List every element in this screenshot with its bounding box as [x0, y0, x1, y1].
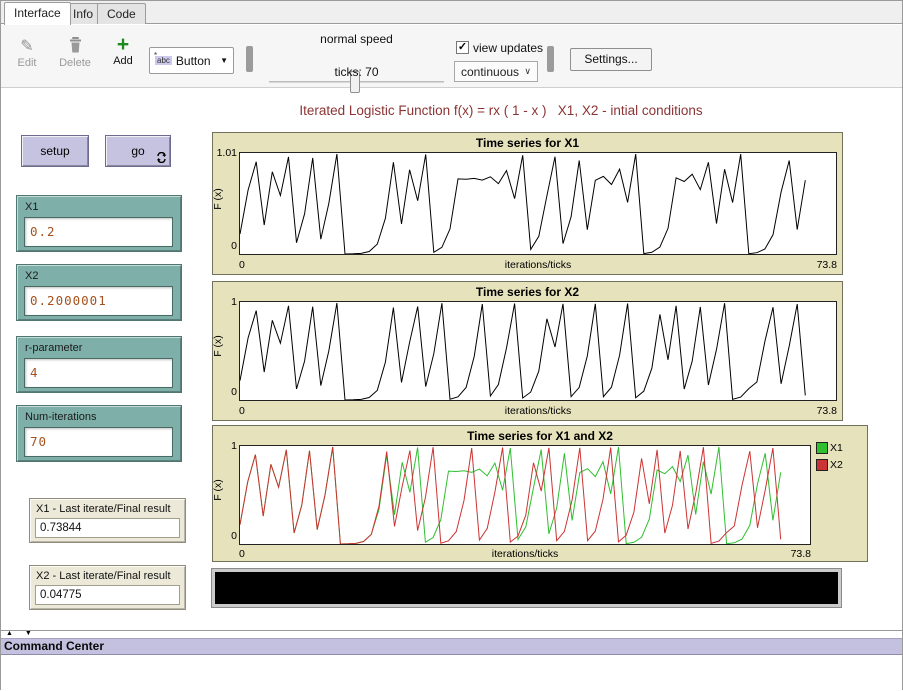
interface-divider	[1, 630, 902, 631]
ticks-counter: ticks: 70	[269, 65, 444, 79]
plus-icon: +	[109, 35, 137, 55]
go-label: go	[131, 144, 144, 158]
tab-strip: Interface Info Code	[1, 1, 902, 24]
plot-x1-x2-ytick-min: 0	[213, 530, 237, 542]
world-view[interactable]	[212, 569, 841, 607]
view-updates-checkbox[interactable]: ✓	[456, 41, 469, 54]
trash-icon	[54, 37, 96, 57]
toolbar: ✎ Edit Delete + Add abc Button ▼ normal …	[1, 25, 902, 88]
edit-label: Edit	[18, 57, 37, 69]
edit-button[interactable]: ✎ Edit	[11, 37, 43, 69]
plot-x1-x2-xtick-max: 73.8	[239, 548, 811, 560]
check-icon: ✓	[458, 41, 467, 53]
plot-x1-ytick-max: 1.01	[213, 147, 237, 159]
chevron-down-icon: ▼	[220, 56, 228, 65]
input-x2-field[interactable]: 0.2000001	[24, 286, 173, 316]
input-r-parameter: r-parameter 4	[16, 336, 182, 393]
plot-x1-x2-ytick-max: 1	[213, 440, 237, 452]
model-note: Iterated Logistic Function f(x) = rx ( 1…	[101, 103, 901, 118]
plot-x2-ytick-min: 0	[213, 386, 237, 398]
command-center-output	[1, 656, 902, 691]
view-updates-label: view updates	[473, 41, 543, 55]
input-r-parameter-label: r-parameter	[25, 342, 82, 354]
input-x1-label: X1	[25, 201, 38, 213]
go-button[interactable]: go	[105, 135, 171, 167]
input-x1: X1 0.2	[16, 195, 182, 252]
legend-x2: X2	[816, 459, 843, 471]
plot-x1-x2-canvas	[239, 445, 811, 545]
add-label: Add	[113, 55, 133, 67]
abc-widget-icon: abc	[155, 56, 172, 65]
monitor-x1-final: X1 - Last iterate/Final result 0.73844	[29, 498, 186, 543]
update-mode-value: continuous	[461, 65, 519, 79]
forever-icon	[156, 152, 167, 164]
chevron-down-icon: ∨	[524, 66, 531, 77]
plot-x1-xtick-max: 73.8	[239, 259, 837, 271]
toolbar-separator	[547, 46, 554, 72]
plot-x2: Time series for X2 1 0 F (x) 0 iteration…	[212, 281, 843, 421]
input-r-parameter-field[interactable]: 4	[24, 358, 173, 388]
legend-x2-label: X2	[830, 459, 843, 471]
plot-x2-title: Time series for X2	[213, 285, 842, 299]
add-button[interactable]: + Add	[109, 35, 137, 67]
plot-x2-ylabel: F (x)	[212, 335, 224, 357]
legend-x1-swatch	[816, 442, 828, 454]
plot-x2-xtick-max: 73.8	[239, 405, 837, 417]
plot-x1-title: Time series for X1	[213, 136, 842, 150]
plot-x2-canvas	[239, 301, 837, 401]
command-center-splitter[interactable]: ▲ ▼	[6, 630, 37, 637]
plot-x1-x2-ylabel: F (x)	[212, 479, 224, 501]
delete-label: Delete	[59, 57, 91, 69]
netlogo-window: { "tabs": [ { "label": "Interface", "act…	[0, 0, 903, 690]
speed-slider-label: normal speed	[269, 32, 444, 46]
delete-button[interactable]: Delete	[54, 37, 96, 69]
legend-x1: X1	[816, 442, 843, 454]
monitor-x2-label: X2 - Last iterate/Final result	[36, 570, 171, 582]
update-mode-dropdown[interactable]: continuous ∨	[454, 61, 538, 82]
legend-x1-label: X1	[830, 442, 843, 454]
settings-button[interactable]: Settings...	[570, 48, 652, 71]
input-num-iterations-label: Num-iterations	[25, 411, 97, 423]
input-num-iterations-field[interactable]: 70	[24, 427, 173, 457]
input-num-iterations: Num-iterations 70	[16, 405, 182, 462]
plot-x2-ytick-max: 1	[213, 296, 237, 308]
toolbar-separator	[246, 46, 253, 72]
plot-x1-x2: Time series for X1 and X2 1 0 F (x) X1 X…	[212, 425, 868, 562]
plot-x1-x2-title: Time series for X1 and X2	[213, 429, 867, 443]
plot-x1-ylabel: F (x)	[212, 188, 224, 210]
pencil-icon: ✎	[11, 37, 43, 57]
legend-x2-swatch	[816, 459, 828, 471]
monitor-x2-final: X2 - Last iterate/Final result 0.04775	[29, 565, 186, 610]
monitor-x1-value: 0.73844	[35, 518, 180, 538]
setup-button[interactable]: setup	[21, 135, 89, 167]
tab-code[interactable]: Code	[97, 3, 146, 24]
input-x2-label: X2	[25, 270, 38, 282]
plot-x1-ytick-min: 0	[213, 240, 237, 252]
widget-type-value: Button	[176, 54, 211, 68]
command-center-bar[interactable]: Command Center	[1, 638, 902, 655]
widget-type-select[interactable]: abc Button ▼	[149, 47, 234, 74]
input-x1-field[interactable]: 0.2	[24, 217, 173, 247]
plot-x1-canvas	[239, 152, 837, 255]
input-x2: X2 0.2000001	[16, 264, 182, 321]
plot-x1: Time series for X1 1.01 0 F (x) 0 iterat…	[212, 132, 843, 275]
monitor-x1-label: X1 - Last iterate/Final result	[36, 503, 171, 515]
tab-interface[interactable]: Interface	[4, 2, 71, 25]
monitor-x2-value: 0.04775	[35, 585, 180, 605]
